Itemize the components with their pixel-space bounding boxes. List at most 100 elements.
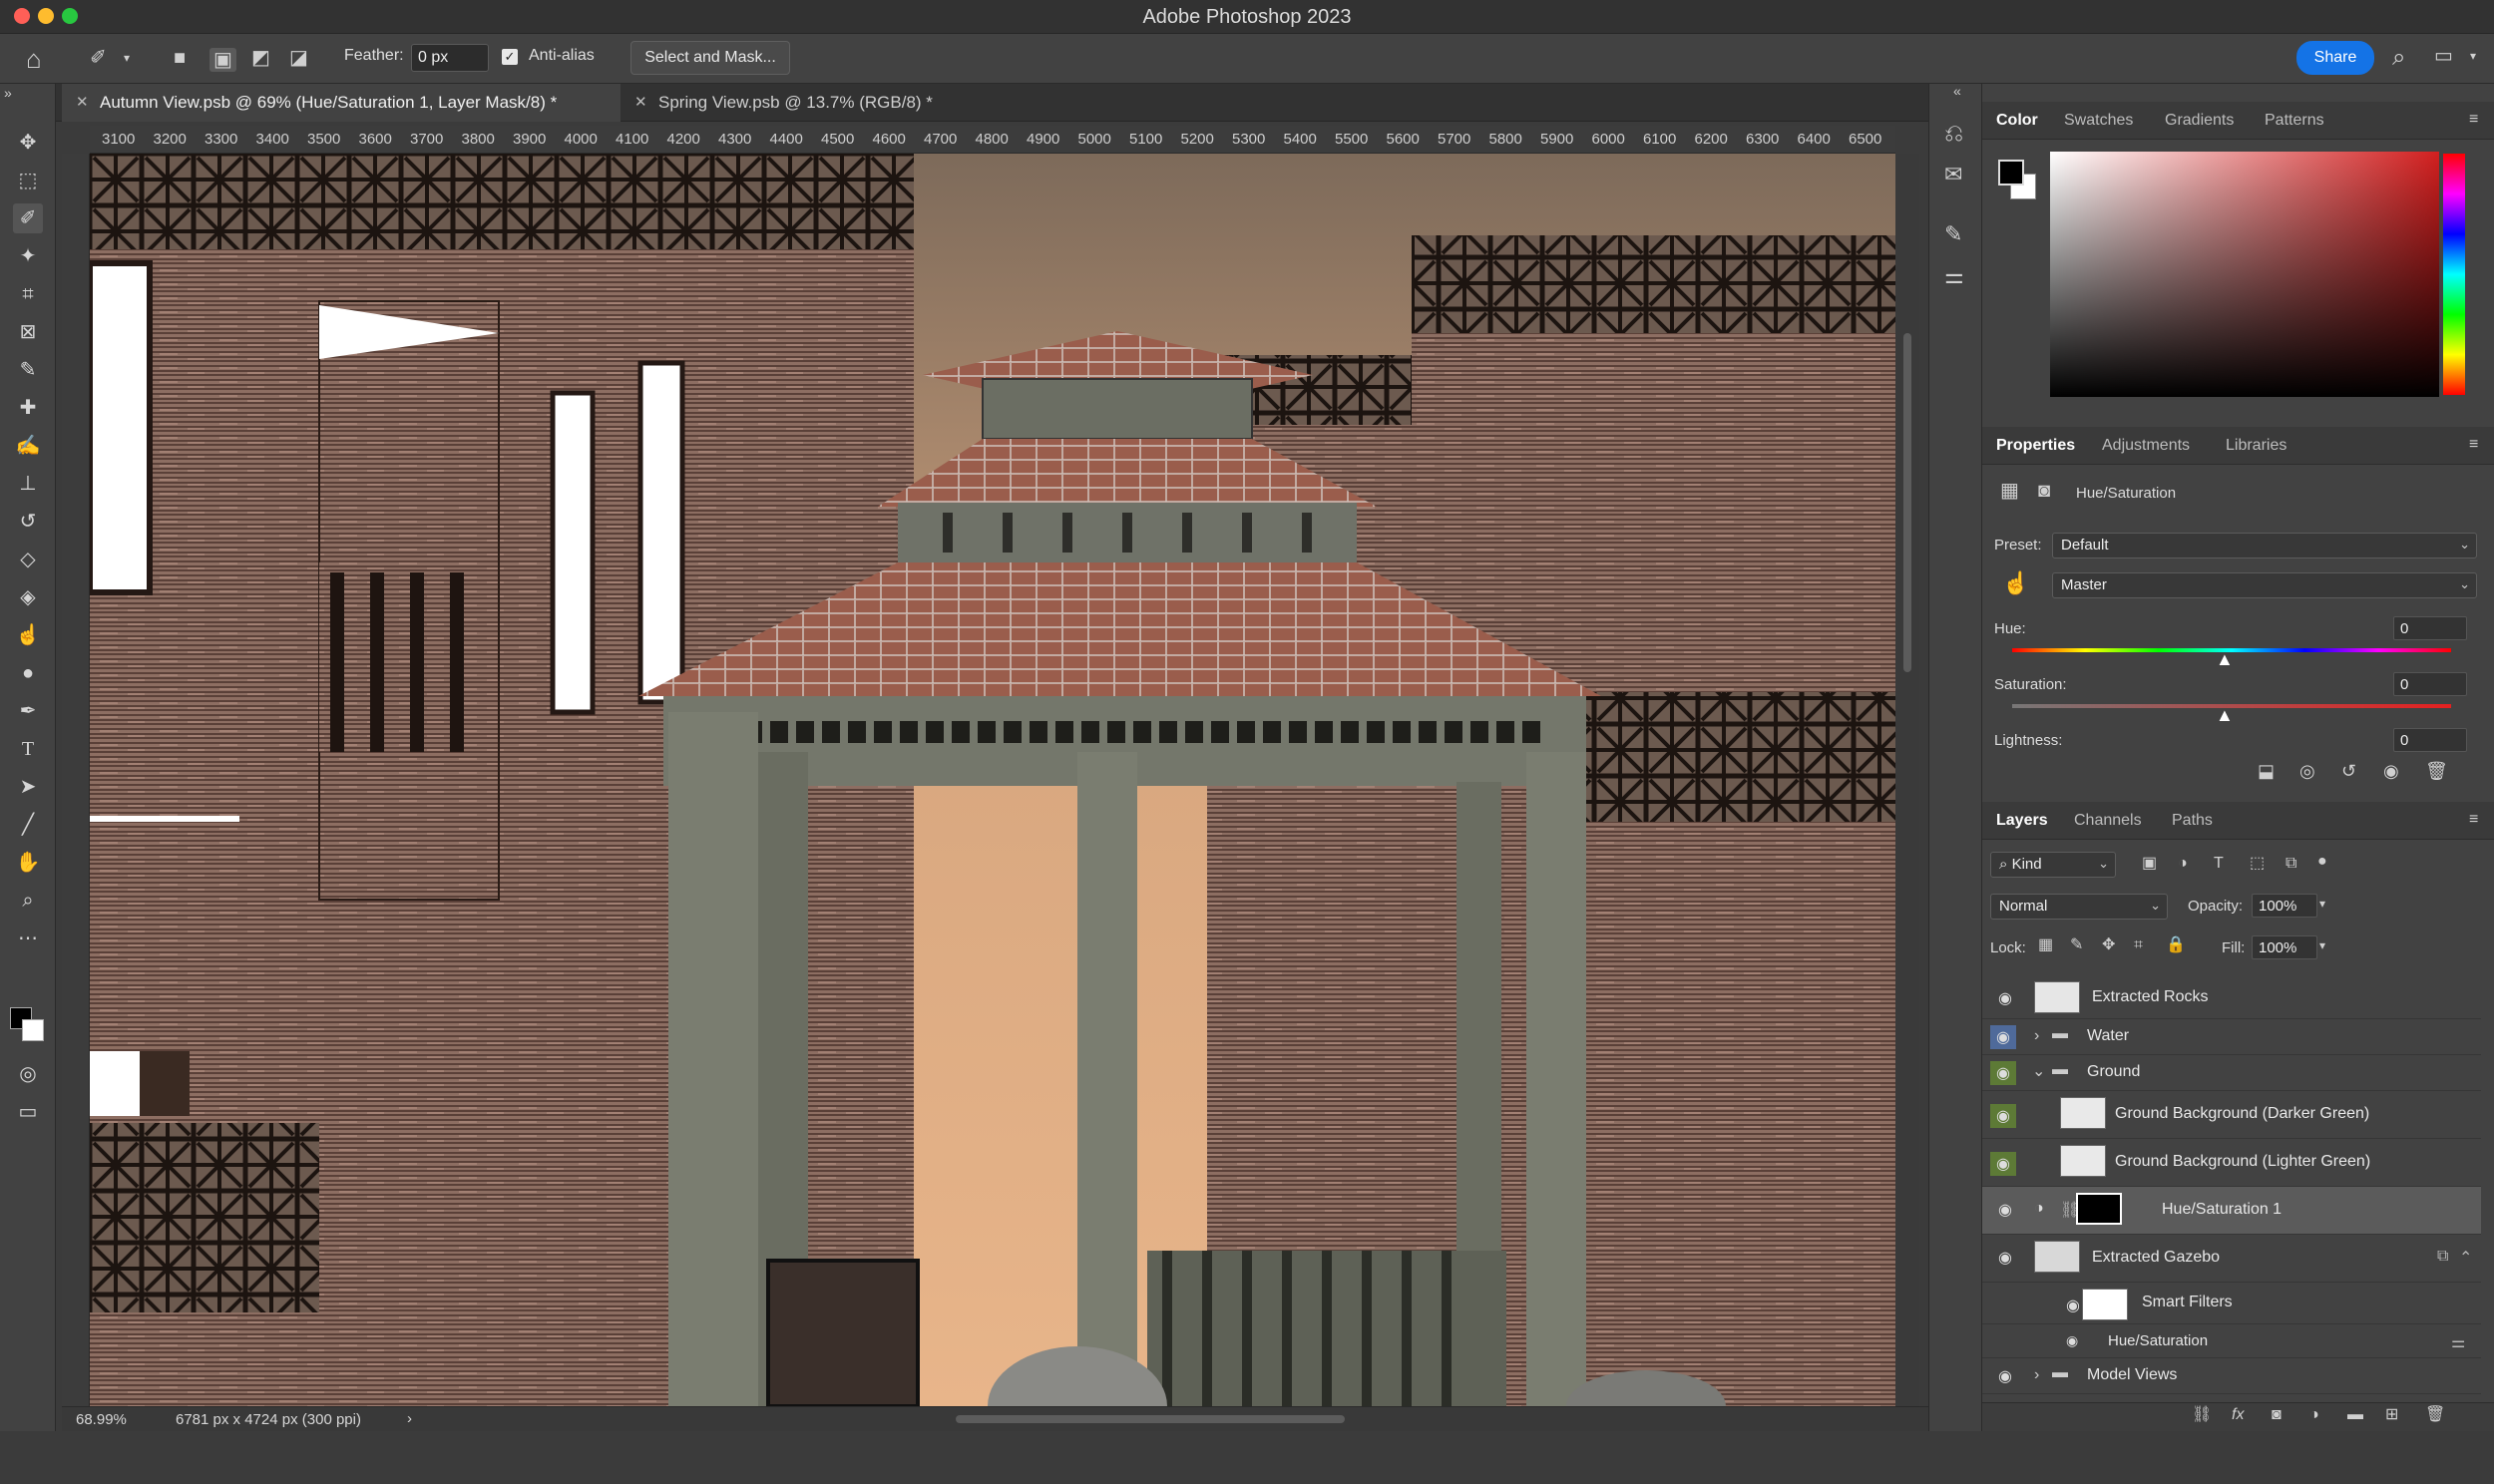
hue-value[interactable]: 0: [2393, 616, 2467, 640]
intersect-selection-icon[interactable]: ◪: [289, 48, 308, 68]
lock-position-icon[interactable]: ✥: [2102, 937, 2115, 953]
color-field[interactable]: [2050, 152, 2439, 397]
lock-pixels-icon[interactable]: ✎: [2070, 937, 2083, 953]
feather-input[interactable]: 0 px: [411, 44, 489, 72]
filter-shape-icon[interactable]: ⬚: [2250, 856, 2265, 872]
visibility-eye-icon[interactable]: ◉: [1998, 1200, 2012, 1220]
collapse-icon[interactable]: «: [1953, 84, 1961, 98]
select-and-mask-button[interactable]: Select and Mask...: [630, 41, 790, 75]
tab-channels[interactable]: Channels: [2074, 802, 2142, 840]
tab-color[interactable]: Color: [1996, 102, 2038, 140]
saturation-slider-handle[interactable]: ▲: [2216, 706, 2234, 724]
adjustments-panel-icon[interactable]: ⚌: [1944, 265, 1964, 287]
new-layer-icon[interactable]: ⊞: [2385, 1407, 2398, 1423]
visibility-eye-icon[interactable]: ◉: [1998, 1366, 2012, 1386]
polygonal-lasso-icon[interactable]: ✐: [90, 48, 107, 68]
layer-row[interactable]: ◉ Ground Background (Darker Green): [1982, 1091, 2481, 1139]
zoom-tool-icon[interactable]: ⌕: [13, 886, 43, 916]
adjustment-layer-icon[interactable]: ▦: [2000, 481, 2019, 501]
magic-wand-tool-icon[interactable]: ✦: [13, 241, 43, 271]
visibility-eye-icon[interactable]: ◉: [1990, 1061, 2016, 1085]
saturation-value[interactable]: 0: [2393, 672, 2467, 696]
layer-row[interactable]: ◉ Ground Background (Lighter Green): [1982, 1139, 2481, 1187]
lock-artboard-icon[interactable]: ⌗: [2134, 937, 2143, 953]
visibility-eye-icon[interactable]: ◉: [2066, 1296, 2080, 1315]
history-panel-icon[interactable]: ⎌: [1944, 122, 1963, 146]
line-tool-icon[interactable]: ╱: [13, 810, 43, 840]
tab-layers[interactable]: Layers: [1996, 802, 2048, 840]
hand-tool-icon[interactable]: ✋: [13, 848, 43, 878]
close-tab-icon[interactable]: ✕: [76, 84, 89, 122]
delete-layer-icon[interactable]: 🗑: [2425, 1407, 2445, 1423]
lasso-tool-icon[interactable]: ✐: [13, 203, 43, 233]
subtract-selection-icon[interactable]: ◩: [251, 48, 270, 68]
visibility-eye-icon[interactable]: ◉: [1990, 1104, 2016, 1128]
path-selection-tool-icon[interactable]: ➤: [13, 772, 43, 802]
dodge-tool-icon[interactable]: ●: [13, 658, 43, 688]
blend-mode-select[interactable]: Normal ⌄: [1990, 894, 2168, 920]
new-group-icon[interactable]: ▬: [2347, 1407, 2363, 1423]
tab-paths[interactable]: Paths: [2172, 802, 2213, 840]
filter-adjustment-icon[interactable]: ◑: [2178, 856, 2188, 872]
chevron-right-icon[interactable]: ›: [407, 1410, 412, 1427]
chevron-down-icon[interactable]: ▾: [2319, 898, 2325, 910]
visibility-eye-icon[interactable]: ◉: [2383, 762, 2399, 780]
quick-mask-icon[interactable]: ◎: [13, 1059, 43, 1089]
tab-adjustments[interactable]: Adjustments: [2102, 427, 2190, 465]
tab-properties[interactable]: Properties: [1996, 427, 2075, 465]
horizontal-scroll-thumb[interactable]: [956, 1415, 1345, 1423]
group-row[interactable]: ◉ ⌄ ▬ Ground: [1982, 1055, 2481, 1091]
smudge-tool-icon[interactable]: ☝: [13, 620, 43, 650]
fx-icon[interactable]: fx: [2232, 1407, 2244, 1423]
marquee-tool-icon[interactable]: ⬚: [13, 166, 43, 195]
screen-mode-icon[interactable]: ▭: [13, 1097, 43, 1127]
comments-panel-icon[interactable]: ✉: [1944, 164, 1962, 186]
tab-gradients[interactable]: Gradients: [2165, 102, 2234, 140]
panel-menu-icon[interactable]: ≡: [2469, 437, 2478, 453]
foreground-color-swatch[interactable]: [1998, 160, 2024, 186]
tab-autumn-view[interactable]: ✕ Autumn View.psb @ 69% (Hue/Saturation …: [62, 84, 621, 122]
lock-all-icon[interactable]: 🔒: [2166, 937, 2186, 953]
chevron-right-icon[interactable]: ›: [2034, 1366, 2039, 1384]
view-previous-icon[interactable]: ◎: [2299, 762, 2315, 780]
delete-icon[interactable]: 🗑: [2425, 762, 2448, 780]
lightness-value[interactable]: 0: [2393, 728, 2467, 752]
eyedropper-tool-icon[interactable]: ✎: [13, 355, 43, 385]
layer-row[interactable]: ◉ Extracted Rocks: [1982, 975, 2481, 1019]
scroll-thumb[interactable]: [1903, 333, 1911, 672]
document-canvas[interactable]: [90, 154, 1895, 1406]
chevron-down-icon[interactable]: ▾: [124, 52, 130, 64]
move-tool-icon[interactable]: ✥: [13, 128, 43, 158]
history-brush-tool-icon[interactable]: ↺: [13, 507, 43, 537]
visibility-eye-icon[interactable]: ◉: [1990, 1152, 2016, 1176]
more-tools-icon[interactable]: ⋯: [13, 924, 43, 953]
layer-filter-select[interactable]: ⌕ Kind ⌄: [1990, 852, 2116, 878]
hue-slider[interactable]: [2443, 154, 2465, 395]
crop-tool-icon[interactable]: ⌗: [13, 279, 43, 309]
clone-stamp-tool-icon[interactable]: ⊥: [13, 469, 43, 499]
add-selection-icon[interactable]: ▣: [209, 48, 236, 72]
panel-menu-icon[interactable]: ≡: [2469, 112, 2478, 128]
search-icon[interactable]: ⌕: [2392, 46, 2405, 70]
targeted-adjustment-hand-icon[interactable]: ☝: [2002, 572, 2029, 594]
lock-transparency-icon[interactable]: ▦: [2038, 937, 2053, 953]
visibility-eye-icon[interactable]: ◉: [2066, 1332, 2078, 1349]
tab-patterns[interactable]: Patterns: [2265, 102, 2324, 140]
brush-tool-icon[interactable]: ✍: [13, 431, 43, 461]
layer-row-selected[interactable]: ◉ ◑ ⛓ Hue/Saturation 1: [1982, 1187, 2481, 1235]
link-layers-icon[interactable]: ⛓: [2192, 1407, 2212, 1423]
background-color-swatch[interactable]: [22, 1019, 44, 1041]
antialias-checkbox[interactable]: ✓: [502, 49, 518, 65]
tab-swatches[interactable]: Swatches: [2064, 102, 2133, 140]
filter-toggle-icon[interactable]: ●: [2317, 854, 2327, 870]
new-adjustment-icon[interactable]: ◑: [2309, 1407, 2319, 1423]
channel-select[interactable]: Master ⌄: [2052, 572, 2477, 598]
visibility-eye-icon[interactable]: ◉: [1990, 1025, 2016, 1049]
new-selection-icon[interactable]: ■: [174, 48, 186, 68]
visibility-eye-icon[interactable]: ◉: [1998, 1248, 2012, 1268]
zoom-level[interactable]: 68.99%: [76, 1411, 127, 1428]
group-row[interactable]: ◉ › ▬ Water: [1982, 1019, 2481, 1055]
layer-mask-icon[interactable]: ◙: [2038, 481, 2050, 501]
paint-bucket-tool-icon[interactable]: ◈: [13, 582, 43, 612]
visibility-eye-icon[interactable]: ◉: [1998, 988, 2012, 1008]
